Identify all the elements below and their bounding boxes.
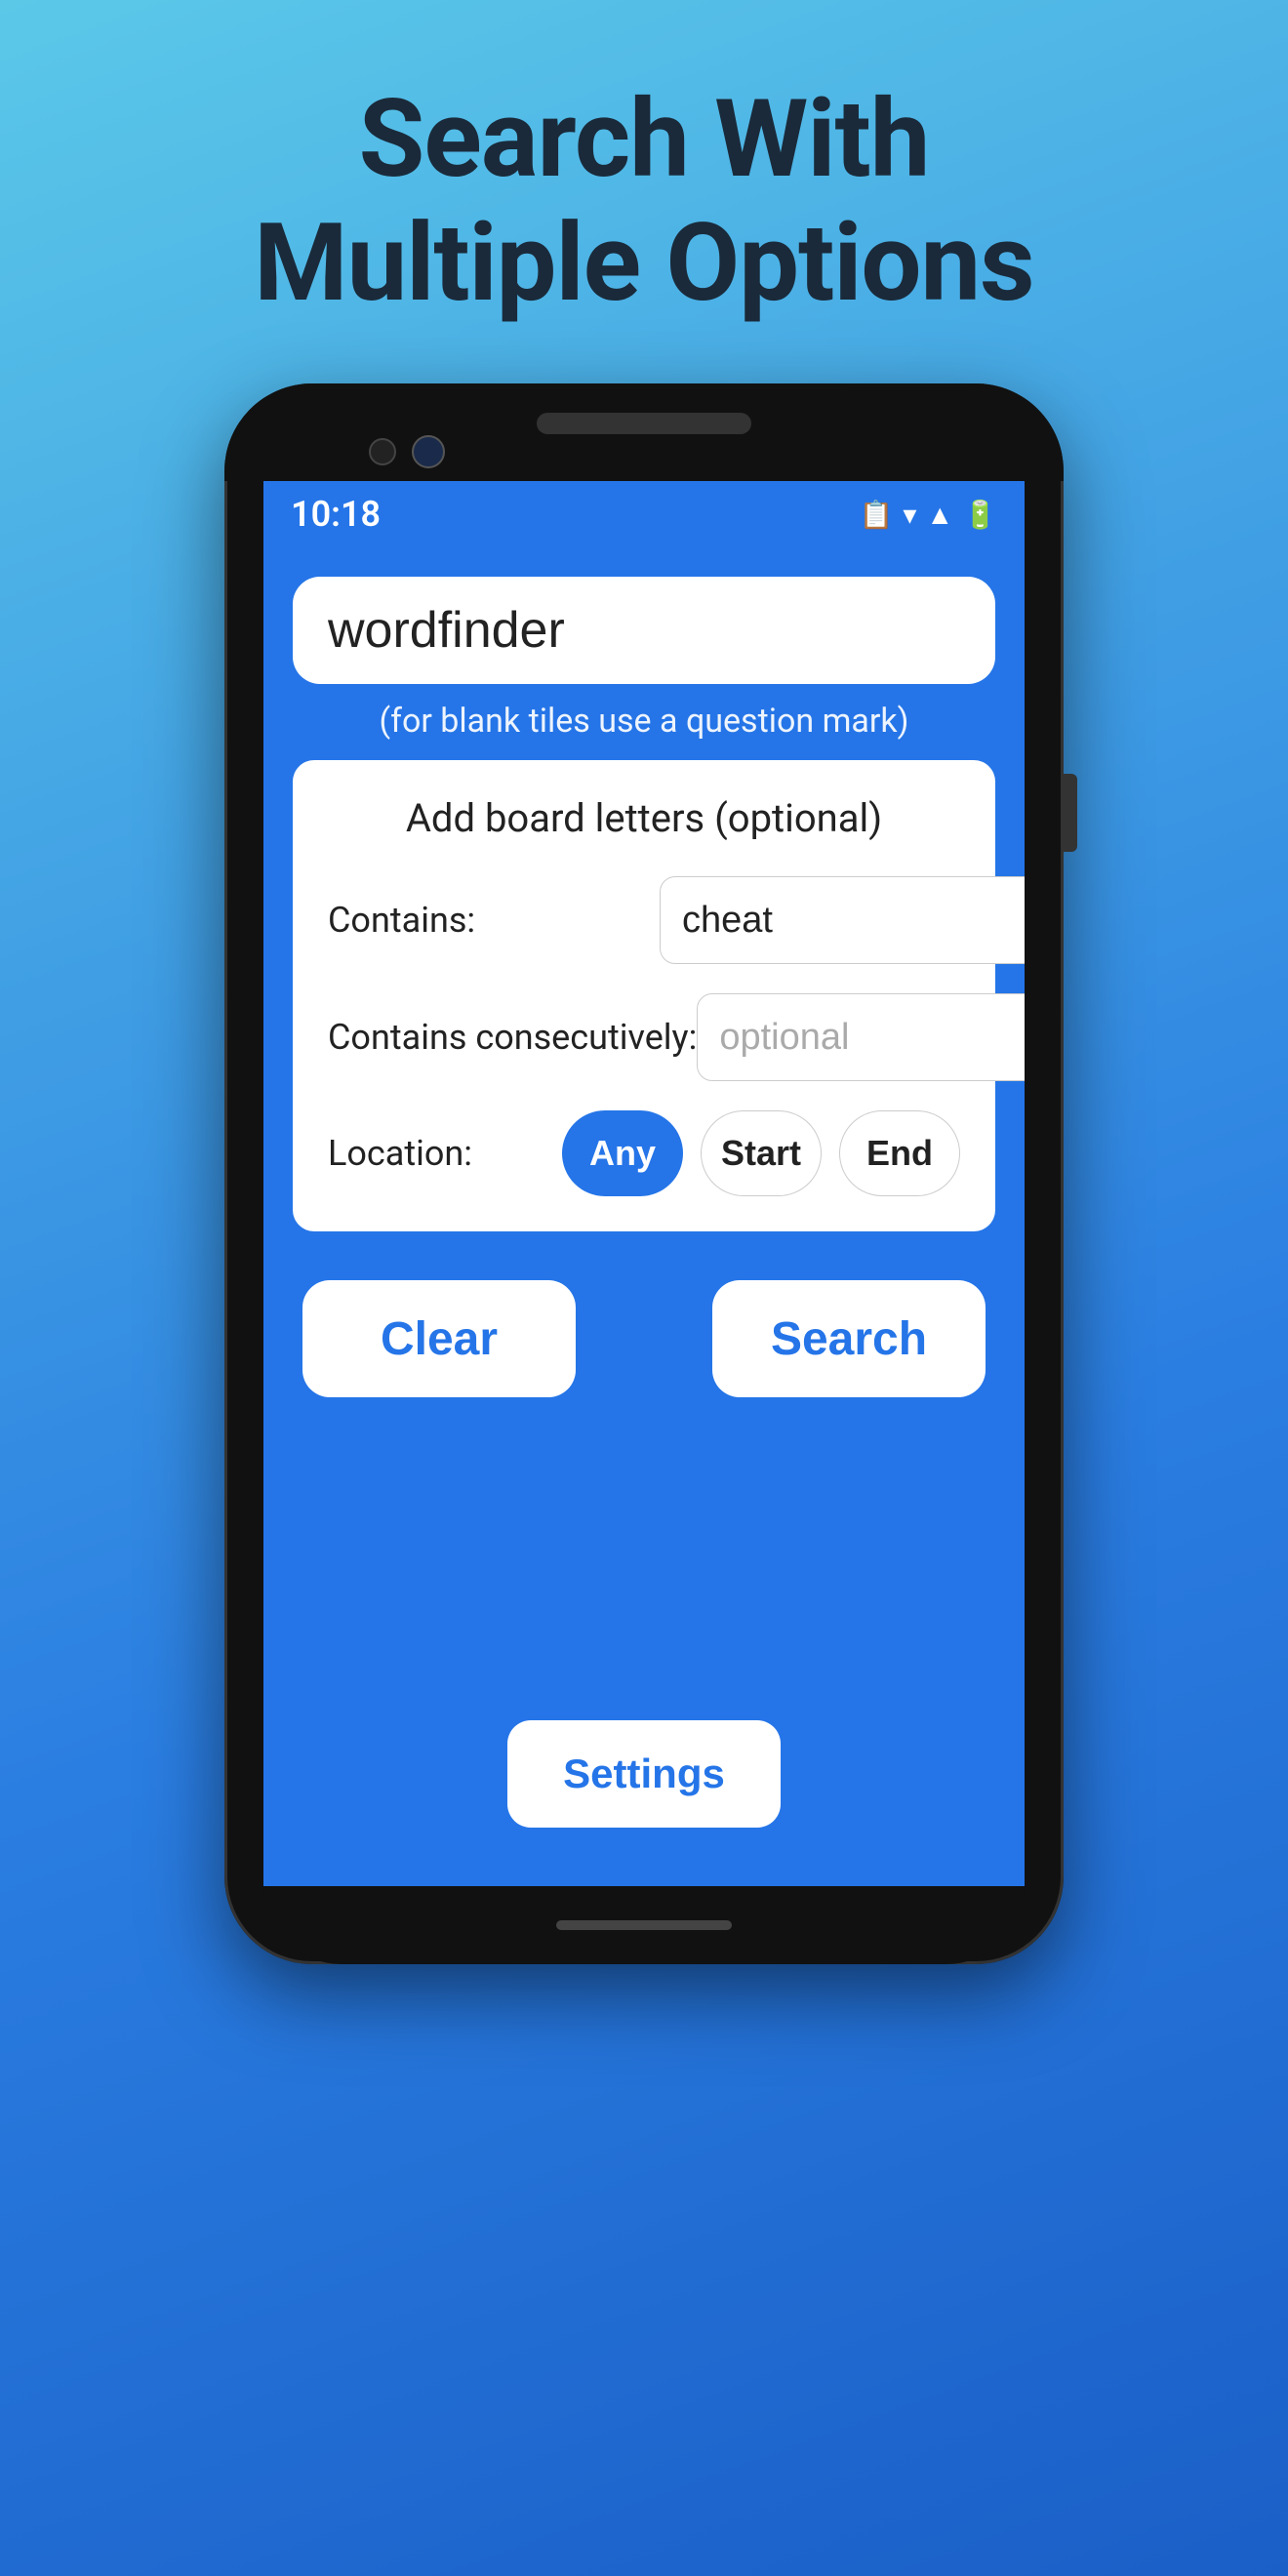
location-start-button[interactable]: Start — [701, 1110, 822, 1196]
settings-button[interactable]: Settings — [507, 1720, 781, 1828]
contains-consecutively-label: Contains consecutively: — [328, 1017, 697, 1058]
board-letters-card: Add board letters (optional) Contains: C… — [293, 760, 995, 1231]
search-button[interactable]: Search — [712, 1280, 986, 1397]
home-indicator — [556, 1920, 732, 1930]
app-content: (for blank tiles use a question mark) Ad… — [263, 547, 1025, 1886]
location-end-button[interactable]: End — [839, 1110, 960, 1196]
clipboard-icon: 📋 — [859, 499, 893, 531]
side-button — [1064, 774, 1077, 852]
status-icons: 📋 ▾ ▲ 🔋 — [859, 499, 997, 531]
bottom-area: Settings — [507, 1397, 781, 1867]
phone-top-bar — [224, 383, 1064, 481]
battery-icon: 🔋 — [963, 499, 997, 531]
contains-row: Contains: — [328, 876, 960, 964]
action-buttons: Clear Search — [293, 1280, 995, 1397]
main-search-input[interactable] — [293, 577, 995, 684]
phone-frame: 10:18 📋 ▾ ▲ 🔋 (for blank tiles use a que… — [224, 383, 1064, 1964]
card-title: Add board letters (optional) — [328, 795, 960, 841]
page-title: Search With Multiple Options — [195, 78, 1092, 325]
phone-screen: 10:18 📋 ▾ ▲ 🔋 (for blank tiles use a que… — [263, 481, 1025, 1886]
main-input-container — [293, 577, 995, 684]
location-label: Location: — [328, 1133, 562, 1174]
location-any-button[interactable]: Any — [562, 1110, 683, 1196]
status-bar: 10:18 📋 ▾ ▲ 🔋 — [263, 481, 1025, 547]
contains-label: Contains: — [328, 900, 660, 941]
phone-bottom — [263, 1886, 1025, 1964]
hint-text: (for blank tiles use a question mark) — [380, 702, 909, 741]
signal-icon: ▲ — [926, 499, 953, 531]
status-time: 10:18 — [291, 494, 381, 535]
camera-right — [412, 435, 445, 468]
contains-consecutively-row: Contains consecutively: — [328, 993, 960, 1081]
phone-speaker — [537, 413, 751, 434]
contains-input[interactable] — [660, 876, 1025, 964]
clear-button[interactable]: Clear — [302, 1280, 576, 1397]
contains-consecutively-input[interactable] — [697, 993, 1025, 1081]
location-buttons: Any Start End — [562, 1110, 960, 1196]
location-row: Location: Any Start End — [328, 1110, 960, 1196]
camera-left — [369, 438, 396, 465]
wifi-icon: ▾ — [903, 499, 916, 531]
